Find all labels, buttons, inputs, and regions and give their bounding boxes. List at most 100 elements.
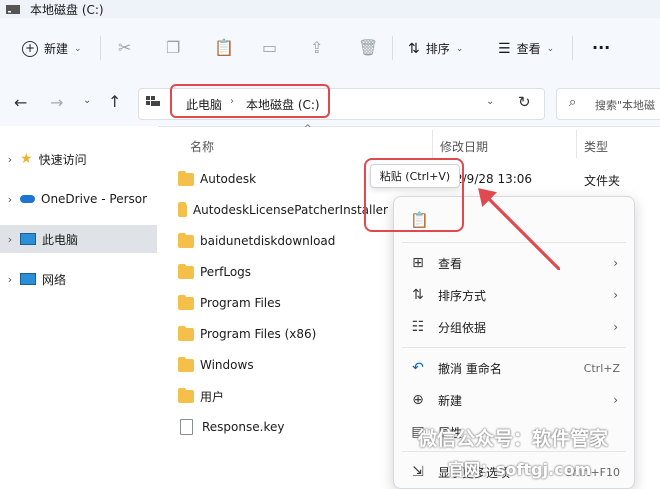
- file-date: 2/9/28 13:06: [455, 172, 533, 186]
- nav-item-network[interactable]: › 网络: [0, 265, 157, 293]
- chevron-right-icon: ›: [7, 232, 13, 246]
- column-header-type[interactable]: 类型: [584, 138, 608, 155]
- toolbar-divider: [100, 36, 101, 60]
- view-label: 查看: [516, 42, 541, 56]
- paste-icon[interactable]: 📋: [214, 38, 234, 57]
- plus-circle-icon: +: [22, 40, 38, 57]
- refresh-icon[interactable]: ↻: [518, 93, 531, 111]
- file-name: AutodeskLicensePatcherInstaller: [192, 203, 388, 217]
- toolbar-divider: [392, 36, 393, 60]
- paste-highlight: [364, 158, 464, 232]
- list-item[interactable]: AutodeskLicensePatcherInstaller: [178, 195, 388, 225]
- list-item[interactable]: Response.key: [178, 412, 388, 442]
- menu-item-new[interactable]: ⊕ 新建 ›: [394, 385, 634, 415]
- folder-icon: [178, 201, 187, 217]
- folder-icon: [178, 263, 194, 279]
- column-header-name[interactable]: 名称: [190, 138, 214, 155]
- file-name: Program Files: [200, 296, 281, 310]
- view-button[interactable]: ☰ 查看 ⌄: [498, 40, 554, 57]
- sort-label: 排序: [425, 42, 450, 56]
- sort-icon: ⇅: [408, 40, 420, 57]
- drive-icon: [6, 5, 20, 14]
- list-item[interactable]: Autodesk: [178, 164, 388, 194]
- star-icon: ★: [20, 151, 33, 167]
- file-name: Windows: [200, 358, 254, 372]
- monitor-icon: [20, 233, 36, 245]
- cloud-icon: [20, 195, 35, 203]
- plus-circle-icon: ⊕: [412, 392, 424, 408]
- new-label: 新建: [44, 42, 69, 56]
- list-item[interactable]: Program Files (x86): [178, 319, 388, 349]
- column-divider: [432, 130, 433, 158]
- column-header-modified[interactable]: 修改日期: [440, 138, 488, 155]
- file-type: 文件夹: [584, 174, 621, 188]
- list-item[interactable]: Program Files: [178, 288, 388, 318]
- title-bar: 本地磁盘 (C:): [0, 0, 660, 18]
- new-button[interactable]: + 新建 ⌄: [22, 40, 82, 57]
- address-dropdown-icon[interactable]: ⌄: [486, 96, 494, 107]
- sort-button[interactable]: ⇅ 排序 ⌄: [408, 40, 463, 57]
- share-icon[interactable]: ⇪: [310, 38, 323, 57]
- chevron-right-icon: ›: [7, 192, 13, 206]
- navigation-pane: [0, 126, 158, 487]
- document-icon: [180, 419, 193, 435]
- annotation-arrow: [478, 188, 560, 270]
- chevron-down-icon: ⌄: [546, 43, 555, 54]
- watermark-line-1: 微信公众号：软件管家: [418, 428, 609, 450]
- list-item[interactable]: Windows: [178, 350, 388, 380]
- more-options-icon[interactable]: ···: [592, 38, 610, 57]
- sort-icon: ⇅: [412, 287, 424, 303]
- menu-shortcut: Ctrl+Z: [583, 361, 620, 375]
- folder-icon: [178, 294, 194, 310]
- search-icon: ⌕: [569, 95, 577, 110]
- list-item[interactable]: PerfLogs: [178, 257, 388, 287]
- nav-item-onedrive[interactable]: › OneDrive - Persor: [0, 185, 157, 213]
- rename-icon[interactable]: ▭: [262, 38, 277, 57]
- folder-icon: [178, 387, 194, 403]
- nav-item-this-pc[interactable]: › 此电脑: [0, 225, 157, 253]
- chevron-down-icon: ⌄: [455, 43, 464, 54]
- chevron-right-icon: ›: [613, 256, 618, 270]
- list-item[interactable]: baidunetdiskdownload: [178, 226, 388, 256]
- list-item[interactable]: 用户: [178, 381, 388, 411]
- file-name: 用户: [200, 389, 225, 404]
- search-box[interactable]: ⌕ 搜索"本地磁: [556, 88, 660, 120]
- menu-item-label: 撤消 重命名: [438, 361, 502, 376]
- grid-icon: ⊞: [412, 255, 424, 271]
- back-arrow-icon[interactable]: ←: [14, 93, 27, 112]
- menu-item-group[interactable]: ☷ 分组依据 ›: [394, 312, 634, 342]
- watermark-line-2: 官网：softgj.com: [448, 460, 592, 479]
- recent-dropdown-icon[interactable]: ⌄: [83, 95, 91, 106]
- breadcrumb-highlight: [170, 84, 330, 118]
- view-icon: ☰: [498, 40, 511, 57]
- chevron-right-icon: ›: [7, 152, 13, 166]
- forward-arrow-icon[interactable]: →: [50, 93, 63, 112]
- delete-icon[interactable]: 🗑: [358, 38, 378, 57]
- computer-icon: [146, 96, 160, 106]
- file-name: Autodesk: [200, 172, 257, 186]
- folder-icon: [178, 356, 194, 372]
- undo-icon: ↶: [412, 360, 424, 376]
- chevron-right-icon: ›: [613, 393, 618, 407]
- folder-icon: [178, 170, 194, 186]
- nav-item-quick-access[interactable]: › ★ 快速访问: [0, 145, 157, 173]
- group-icon: ☷: [411, 319, 425, 335]
- menu-item-sort[interactable]: ⇅ 排序方式 ›: [394, 280, 634, 310]
- up-arrow-icon[interactable]: ↑: [108, 92, 121, 111]
- command-bar: + 新建 ⌄ ✂ ❐ 📋 ▭ ⇪ 🗑 ⇅ 排序 ⌄ ☰ 查看 ⌄ ···: [0, 18, 660, 82]
- file-name: baidunetdiskdownload: [200, 234, 336, 248]
- toolbar-divider: [572, 36, 573, 60]
- folder-icon: [178, 232, 194, 248]
- menu-item-label: 排序方式: [438, 288, 487, 303]
- search-placeholder: 搜索"本地磁: [595, 99, 656, 112]
- menu-item-undo[interactable]: ↶ 撤消 重命名 Ctrl+Z: [394, 353, 634, 383]
- nav-item-label: OneDrive - Persor: [41, 192, 148, 206]
- menu-item-label: 查看: [438, 256, 463, 271]
- cut-icon[interactable]: ✂: [118, 38, 131, 57]
- chevron-right-icon: ›: [7, 272, 13, 286]
- chevron-down-icon: ⌄: [74, 43, 82, 54]
- copy-icon[interactable]: ❐: [166, 38, 180, 57]
- chevron-right-icon: ›: [613, 320, 618, 334]
- nav-item-label: 此电脑: [42, 232, 79, 247]
- menu-item-label: 新建: [438, 393, 463, 408]
